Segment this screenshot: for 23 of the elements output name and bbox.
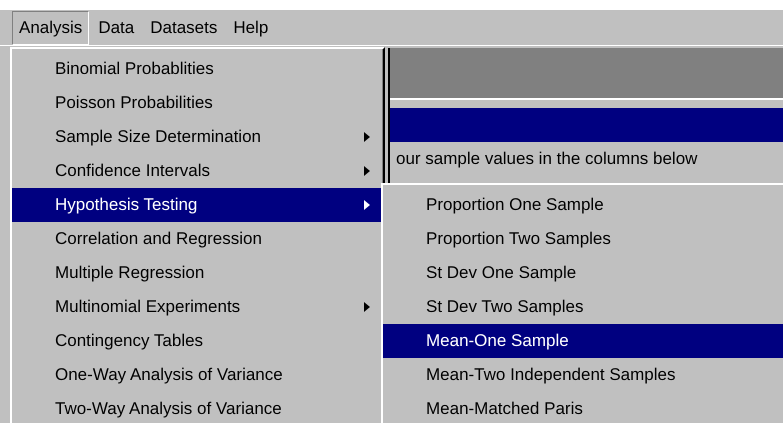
menu-item[interactable]: Correlation and Regression	[12, 222, 383, 256]
menu-item[interactable]: Contingency Tables	[12, 324, 383, 358]
menu-item[interactable]: Hypothesis Testing	[12, 188, 383, 222]
menu-bar-item[interactable]: Analysis	[12, 10, 90, 44]
menu-item[interactable]: Mean-Matched Paris	[383, 392, 783, 423]
menu-item[interactable]: Multinomial Experiments	[12, 290, 383, 324]
menu-item[interactable]: Sample Size Determination	[12, 120, 383, 154]
menu-item[interactable]: Multiple Regression	[12, 256, 383, 290]
menu-bar-item[interactable]: Help	[226, 10, 276, 44]
menu-item[interactable]: Two-Way Analysis of Variance	[12, 392, 383, 423]
menu-item[interactable]: Poisson Probabilities	[12, 86, 383, 120]
menu-bar-item[interactable]: Datasets	[143, 10, 224, 44]
menu-item[interactable]: Confidence Intervals	[12, 154, 383, 188]
menu-item[interactable]: Proportion Two Samples	[383, 222, 783, 256]
menu-item[interactable]: Binomial Probablities	[12, 52, 383, 86]
menu-item[interactable]: Proportion One Sample	[383, 188, 783, 222]
menu-item[interactable]: Mean-Two Independent Samples	[383, 358, 783, 392]
menu-item[interactable]: St Dev One Sample	[383, 256, 783, 290]
menu-item[interactable]: St Dev Two Samples	[383, 290, 783, 324]
menu-item[interactable]: One-Way Analysis of Variance	[12, 358, 383, 392]
menu-item[interactable]: Mean-One Sample	[383, 324, 783, 358]
menu-bar-item[interactable]: Data	[91, 10, 142, 44]
instruction-text: our sample values in the columns below	[396, 148, 698, 170]
